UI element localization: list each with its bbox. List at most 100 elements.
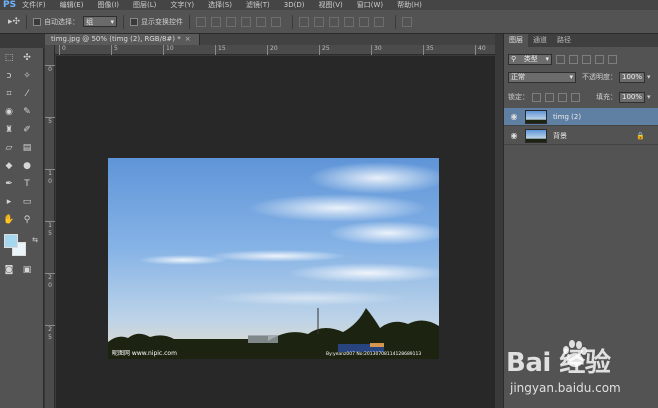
ruler-tick: 2 5 (45, 325, 55, 342)
shape-filter-icon[interactable] (595, 54, 604, 64)
eyedropper-tool-icon[interactable]: ⁄ (20, 88, 34, 100)
auto-select-checkbox[interactable] (33, 17, 42, 26)
photoshop-logo: PS (3, 0, 17, 10)
lasso-tool-icon[interactable]: ↄ (2, 70, 16, 82)
site-watermark-url: jingyan.baidu.com (510, 381, 621, 395)
menu-filter[interactable]: 滤镜(T) (246, 0, 270, 10)
site-watermark-brand: Bai 经验 (506, 348, 611, 378)
distribute-right-icon[interactable] (374, 16, 385, 27)
shape-tool-icon[interactable]: ▭ (20, 196, 34, 208)
smart-object-filter-icon[interactable] (608, 54, 617, 64)
layer-filter-row: ⚲ 类型 ▾ (508, 52, 655, 66)
distribute-top-icon[interactable] (299, 16, 310, 27)
menu-view[interactable]: 视图(V) (318, 0, 342, 10)
align-middle-icon[interactable] (211, 16, 222, 27)
close-icon[interactable]: × (185, 35, 191, 43)
history-brush-tool-icon[interactable]: ✐ (20, 124, 34, 136)
auto-select-dropdown[interactable]: 组 ▾ (83, 16, 118, 27)
eraser-tool-icon[interactable]: ▱ (2, 142, 16, 154)
type-filter-icon[interactable] (582, 54, 591, 64)
lock-transparent-icon[interactable] (532, 92, 541, 102)
blur-tool-icon[interactable]: ◆ (2, 160, 16, 172)
layer-row-background[interactable]: ◉ 背景 🔒 (504, 127, 658, 145)
screen-mode-icon[interactable]: ▣ (20, 264, 34, 276)
layer-thumbnail (525, 109, 547, 124)
ruler-tick: 35 (423, 45, 434, 55)
dodge-tool-icon[interactable]: ● (20, 160, 34, 172)
menu-image[interactable]: 图像(I) (97, 0, 119, 10)
menu-help[interactable]: 帮助(H) (397, 0, 422, 10)
tab-channels[interactable]: 通道 (528, 34, 552, 47)
ruler-tick: 40 (475, 45, 486, 55)
marquee-tool-icon[interactable]: ⬚ (2, 52, 16, 64)
move-tool-preset-icon[interactable]: ▸✣ (8, 17, 20, 27)
distribute-left-icon[interactable] (344, 16, 355, 27)
ruler-tick: 0 (59, 45, 66, 55)
opacity-input[interactable]: 100% (619, 71, 646, 83)
blend-mode-dropdown[interactable]: 正常 ▾ (508, 71, 576, 83)
brush-tool-icon[interactable]: ✎ (20, 106, 34, 118)
menu-file[interactable]: 文件(F) (22, 0, 46, 10)
align-top-icon[interactable] (196, 16, 207, 27)
hand-tool-icon[interactable]: ✋ (2, 214, 16, 226)
ruler-tick: 1 0 (45, 169, 55, 186)
menu-3d[interactable]: 3D(D) (284, 1, 305, 9)
tools-panel: ⬚ ✣ ↄ ✧ ⌗ ⁄ ◉ ✎ ♜ ✐ ▱ ▤ ◆ ● ✒ T ▸ ▭ ✋ ⚲ … (0, 48, 44, 408)
lock-position-icon[interactable] (558, 92, 567, 102)
menu-edit[interactable]: 编辑(E) (60, 0, 84, 10)
menu-layer[interactable]: 图层(L) (133, 0, 156, 10)
ruler-tick: 25 (319, 45, 330, 55)
quick-mask-icon[interactable]: ◙ (2, 264, 16, 276)
divider (292, 14, 294, 29)
divider (395, 14, 397, 29)
lock-image-icon[interactable] (545, 92, 554, 102)
visibility-eye-icon[interactable]: ◉ (507, 112, 521, 121)
fill-label: 填充： (596, 93, 617, 101)
tab-layers[interactable]: 图层 (504, 34, 528, 47)
crop-tool-icon[interactable]: ⌗ (2, 88, 16, 100)
distribute-bottom-icon[interactable] (329, 16, 340, 27)
distribute-center-icon[interactable] (359, 16, 370, 27)
document-image[interactable]: 昵图网 www.nipic.com By:yeanz007 No:2013070… (108, 158, 439, 359)
gradient-tool-icon[interactable]: ▤ (20, 142, 34, 154)
ruler-tick: 0 (45, 65, 55, 74)
lock-all-icon[interactable] (571, 92, 580, 102)
show-transform-label: 显示变换控件 (141, 17, 184, 26)
swap-colors-icon[interactable]: ⇆ (28, 234, 42, 246)
align-right-icon[interactable] (271, 16, 282, 27)
quick-select-tool-icon[interactable]: ✧ (20, 70, 34, 82)
pixel-filter-icon[interactable] (556, 54, 565, 64)
ruler-tick: 30 (371, 45, 382, 55)
show-transform-checkbox[interactable] (130, 17, 139, 26)
layer-row-timg-2[interactable]: ◉ timg (2) (504, 108, 658, 126)
layer-filter-dropdown[interactable]: ⚲ 类型 ▾ (508, 53, 552, 65)
ruler-tick: 5 (111, 45, 118, 55)
clone-stamp-tool-icon[interactable]: ♜ (2, 124, 16, 136)
visibility-eye-icon[interactable]: ◉ (507, 131, 521, 140)
move-tool-icon[interactable]: ✣ (20, 52, 34, 64)
foreground-color-swatch[interactable] (4, 234, 18, 248)
distribute-middle-icon[interactable] (314, 16, 325, 27)
align-left-icon[interactable] (241, 16, 252, 27)
chevron-down-icon[interactable]: ▾ (647, 93, 651, 101)
zoom-tool-icon[interactable]: ⚲ (20, 214, 34, 226)
menu-window[interactable]: 窗口(W) (357, 0, 383, 10)
divider (189, 14, 191, 29)
chevron-down-icon[interactable]: ▾ (647, 73, 651, 81)
auto-align-icon[interactable] (402, 16, 413, 27)
type-tool-icon[interactable]: T (20, 178, 34, 190)
fill-input[interactable]: 100% (619, 91, 646, 103)
align-center-icon[interactable] (256, 16, 267, 27)
pen-tool-icon[interactable]: ✒ (2, 178, 16, 190)
menu-type[interactable]: 文字(Y) (170, 0, 194, 10)
align-bottom-icon[interactable] (226, 16, 237, 27)
ruler-tick: 15 (215, 45, 226, 55)
canvas-area[interactable]: 昵图网 www.nipic.com By:yeanz007 No:2013070… (56, 56, 495, 408)
opacity-label: 不透明度： (582, 73, 617, 81)
document-tab[interactable]: timg.jpg @ 50% (timg (2), RGB/8#) * × (45, 34, 200, 45)
adjustment-filter-icon[interactable] (569, 54, 578, 64)
path-select-tool-icon[interactable]: ▸ (2, 196, 16, 208)
menu-select[interactable]: 选择(S) (208, 0, 232, 10)
healing-brush-tool-icon[interactable]: ◉ (2, 106, 16, 118)
tab-paths[interactable]: 路径 (552, 34, 576, 47)
